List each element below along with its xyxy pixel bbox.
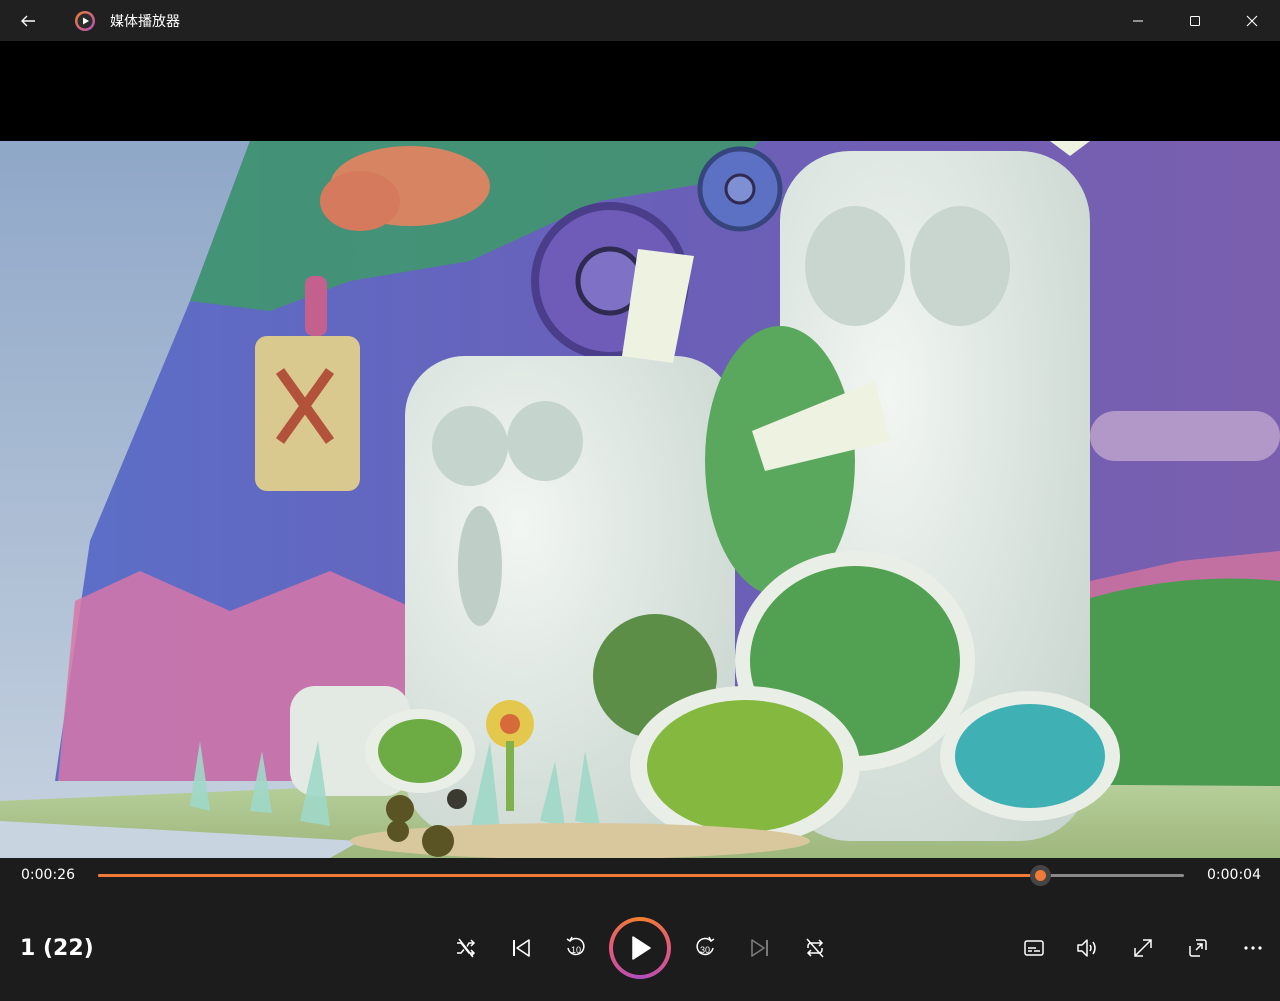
volume-button[interactable] xyxy=(1068,928,1108,968)
mini-view-icon xyxy=(1189,939,1207,957)
maximize-button[interactable] xyxy=(1166,0,1223,41)
minimize-icon xyxy=(1132,20,1143,21)
remaining-time: 0:00:04 xyxy=(1207,867,1261,883)
seek-bar-progress xyxy=(98,874,1040,877)
mini-view-button[interactable] xyxy=(1178,928,1218,968)
previous-icon xyxy=(513,939,530,957)
minimize-button[interactable] xyxy=(1109,0,1166,41)
volume-icon xyxy=(1077,939,1096,957)
play-icon xyxy=(632,936,651,960)
playback-controls: 0:00:26 0:00:04 1 (22) 10 30 xyxy=(0,858,1280,1001)
maximize-icon xyxy=(1189,15,1200,26)
more-button[interactable] xyxy=(1233,928,1273,968)
subtitles-button[interactable] xyxy=(1014,928,1054,968)
seek-thumb[interactable] xyxy=(1029,865,1051,886)
next-icon xyxy=(751,939,768,957)
svg-text:10: 10 xyxy=(571,945,581,955)
seek-bar[interactable] xyxy=(98,865,1184,886)
video-scene-image xyxy=(0,141,1280,858)
svg-text:30: 30 xyxy=(700,945,710,955)
skip-forward-30-icon: 30 xyxy=(696,936,715,956)
shuffle-icon xyxy=(457,938,476,958)
title-bar: 媒体播放器 xyxy=(0,0,1280,41)
skip-forward-30-button[interactable]: 30 xyxy=(685,928,725,968)
close-icon xyxy=(1246,15,1257,26)
app-title: 媒体播放器 xyxy=(110,13,180,30)
skip-back-10-button[interactable]: 10 xyxy=(556,928,596,968)
video-frame[interactable] xyxy=(0,141,1280,858)
repeat-icon xyxy=(806,938,824,958)
repeat-button[interactable] xyxy=(795,928,835,968)
media-player-logo-icon xyxy=(75,10,95,31)
back-button[interactable] xyxy=(0,0,56,41)
next-button[interactable] xyxy=(740,928,780,968)
subtitles-icon xyxy=(1024,940,1044,956)
play-button[interactable] xyxy=(609,917,671,979)
back-arrow-icon xyxy=(21,15,35,26)
fullscreen-icon xyxy=(1134,939,1152,957)
more-icon xyxy=(1244,946,1262,950)
current-time: 0:00:26 xyxy=(21,867,75,883)
previous-button[interactable] xyxy=(501,928,541,968)
shuffle-button[interactable] xyxy=(446,928,486,968)
skip-back-10-icon: 10 xyxy=(566,936,585,956)
close-button[interactable] xyxy=(1223,0,1280,41)
playlist-position: 1 (22) xyxy=(20,936,94,961)
fullscreen-button[interactable] xyxy=(1123,928,1163,968)
video-area[interactable] xyxy=(0,41,1280,858)
